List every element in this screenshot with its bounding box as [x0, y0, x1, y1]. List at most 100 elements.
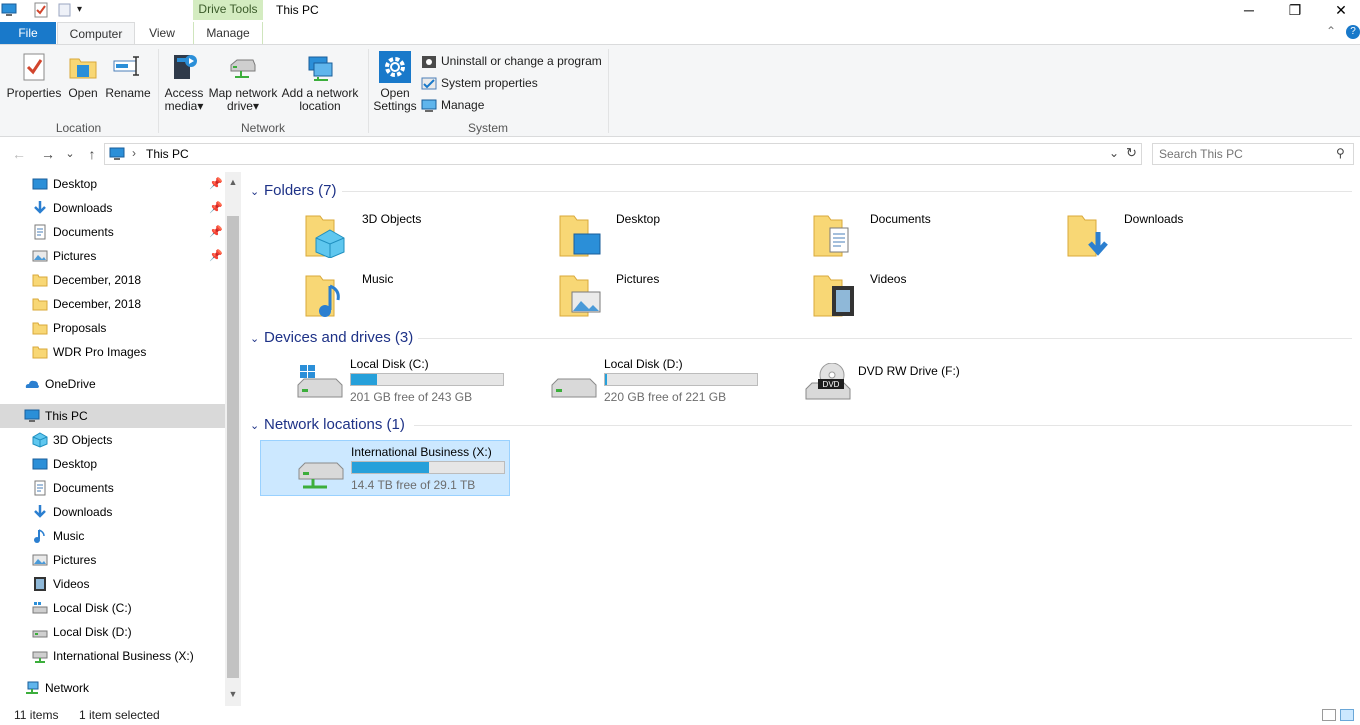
scroll-down-arrow[interactable]: ▼: [225, 686, 241, 702]
ribbon-tabs: File Computer View Manage ⌃ ?: [0, 22, 1360, 45]
folder-tile[interactable]: Desktop: [554, 206, 804, 262]
file-explorer-window: ▾ Drive Tools This PC ─ ❐ ✕ File Compute…: [0, 0, 1360, 725]
system-properties-button[interactable]: System properties: [421, 73, 538, 93]
tab-file[interactable]: File: [0, 22, 56, 44]
scroll-up-arrow[interactable]: ▲: [225, 174, 241, 190]
tab-computer[interactable]: Computer: [57, 22, 135, 45]
sidebar-item-quick-access[interactable]: WDR Pro Images: [0, 340, 225, 364]
tab-manage[interactable]: Manage: [193, 22, 263, 44]
recent-locations-button[interactable]: ⌄: [62, 144, 78, 164]
sidebar-item-onedrive[interactable]: OneDrive: [0, 372, 225, 396]
folder-name: Videos: [870, 272, 907, 286]
folder-tile[interactable]: Documents: [808, 206, 1058, 262]
sidebar-item-this-pc-child[interactable]: 3D Objects: [0, 428, 225, 452]
uninstall-program-button[interactable]: Uninstall or change a program: [421, 51, 602, 71]
tab-view[interactable]: View: [138, 22, 186, 44]
drive-name: International Business (X:): [351, 445, 492, 459]
sidebar-item-quick-access[interactable]: Documents 📌: [0, 220, 225, 244]
drive-name: DVD RW Drive (F:): [858, 364, 960, 378]
sidebar-item-this-pc[interactable]: This PC: [0, 404, 225, 428]
sidebar-item-quick-access[interactable]: December, 2018: [0, 268, 225, 292]
sidebar-item-this-pc-child[interactable]: Pictures: [0, 548, 225, 572]
nav-item-label: OneDrive: [45, 377, 96, 391]
sidebar-item-quick-access[interactable]: Proposals: [0, 316, 225, 340]
sidebar-item-this-pc-child[interactable]: Desktop: [0, 452, 225, 476]
properties-button[interactable]: Properties: [4, 51, 64, 100]
network-group-header[interactable]: ⌄ Network locations (1): [250, 416, 405, 436]
add-network-location-button[interactable]: Add a network location: [281, 51, 359, 113]
address-history-dropdown[interactable]: ⌄: [1109, 146, 1119, 160]
this-pc-icon[interactable]: [1, 2, 17, 18]
sidebar-item-this-pc-child[interactable]: Music: [0, 524, 225, 548]
folder-tile[interactable]: Videos: [808, 266, 1058, 322]
search-box[interactable]: ⚲: [1152, 143, 1354, 165]
scroll-thumb[interactable]: [227, 216, 239, 678]
sidebar-item-this-pc-child[interactable]: Documents: [0, 476, 225, 500]
drive-tile[interactable]: Local Disk (D:) 220 GB free of 221 GB: [514, 353, 764, 409]
pin-icon[interactable]: 📌: [209, 196, 223, 220]
downloads-icon: [34, 505, 46, 518]
address-bar[interactable]: › This PC ⌄ ↻: [104, 143, 1142, 165]
folder-tile[interactable]: Music: [300, 266, 550, 322]
search-icon[interactable]: ⚲: [1336, 146, 1345, 160]
sidebar-item-network[interactable]: Network: [0, 676, 225, 700]
nav-item-label: Proposals: [53, 321, 107, 335]
customize-qat-icon[interactable]: ▾: [77, 4, 93, 20]
breadcrumb-this-pc[interactable]: This PC: [146, 147, 189, 161]
sidebar-item-this-pc-child[interactable]: Downloads: [0, 500, 225, 524]
sidebar-item-this-pc-child[interactable]: Videos: [0, 572, 225, 596]
drive-tile[interactable]: DVD DVD RW Drive (F:): [768, 353, 1018, 409]
devices-group-header[interactable]: ⌄ Devices and drives (3): [250, 329, 413, 349]
pin-icon[interactable]: 📌: [209, 244, 223, 268]
folder-name: Documents: [870, 212, 931, 226]
open-button[interactable]: Open: [65, 51, 101, 100]
windows-drive-icon: [297, 365, 343, 398]
maximize-button[interactable]: ❐: [1272, 0, 1318, 20]
system-properties-icon: [421, 77, 437, 90]
sidebar-item-quick-access[interactable]: Pictures 📌: [0, 244, 225, 268]
folders-group-header[interactable]: ⌄ Folders (7): [250, 182, 337, 202]
sidebar-item-this-pc-child[interactable]: Local Disk (C:): [0, 596, 225, 620]
up-button[interactable]: ↑: [82, 144, 102, 164]
rename-button[interactable]: Rename: [104, 51, 152, 100]
help-icon[interactable]: ?: [1346, 25, 1360, 39]
drive-free-space: 201 GB free of 243 GB: [350, 390, 473, 404]
manage-button[interactable]: Manage: [421, 95, 484, 115]
folder-tile[interactable]: Downloads: [1062, 206, 1312, 262]
nav-item-label: Local Disk (D:): [53, 625, 132, 639]
navigation-pane-scrollbar[interactable]: ▲ ▼: [225, 172, 241, 706]
properties-quick-icon[interactable]: [33, 2, 49, 18]
sidebar-item-quick-access[interactable]: Desktop 📌: [0, 172, 225, 196]
search-input[interactable]: [1159, 145, 1329, 163]
network-drive-icon: [32, 651, 48, 663]
sidebar-item-quick-access[interactable]: Downloads 📌: [0, 196, 225, 220]
large-icons-view-button[interactable]: [1340, 709, 1354, 721]
details-view-button[interactable]: [1322, 709, 1336, 721]
sidebar-item-this-pc-child[interactable]: International Business (X:): [0, 644, 225, 668]
pin-icon[interactable]: 📌: [209, 172, 223, 196]
system-properties-label: System properties: [441, 76, 538, 90]
nav-item-label: Music: [53, 529, 85, 543]
onedrive-icon: [25, 380, 39, 388]
open-settings-button[interactable]: Open Settings: [372, 51, 418, 113]
sidebar-item-quick-access[interactable]: December, 2018: [0, 292, 225, 316]
map-network-drive-button[interactable]: Map network drive▾: [207, 51, 279, 113]
new-folder-quick-icon[interactable]: [57, 2, 73, 18]
drive-tile[interactable]: Local Disk (C:) 201 GB free of 243 GB: [260, 353, 510, 409]
sidebar-item-this-pc-child[interactable]: Local Disk (D:): [0, 620, 225, 644]
close-button[interactable]: ✕: [1318, 0, 1360, 20]
minimize-button[interactable]: ─: [1226, 0, 1272, 20]
folder-tile[interactable]: Pictures: [554, 266, 804, 322]
collapse-ribbon-icon[interactable]: ⌃: [1326, 24, 1336, 38]
breadcrumb-separator[interactable]: ›: [132, 146, 136, 160]
location-group-label: Location: [55, 121, 102, 135]
pin-icon[interactable]: 📌: [209, 220, 223, 244]
drive-tile[interactable]: International Business (X:) 14.4 TB free …: [260, 440, 510, 496]
documents-icon: [813, 215, 849, 257]
properties-icon: [23, 53, 45, 81]
folder-tile[interactable]: 3D Objects: [300, 206, 550, 262]
forward-button[interactable]: →: [38, 144, 58, 164]
access-media-button[interactable]: Access media▾: [162, 51, 206, 113]
back-button[interactable]: ←: [9, 144, 29, 164]
refresh-button[interactable]: ↻: [1126, 145, 1137, 161]
